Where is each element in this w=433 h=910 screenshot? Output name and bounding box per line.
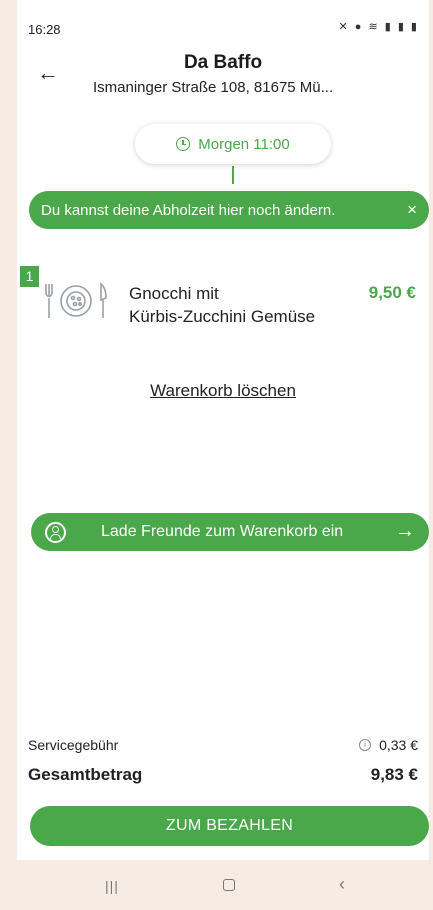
pay-button[interactable]: ZUM BEZAHLEN (30, 806, 429, 846)
tooltip-connector (232, 166, 234, 184)
back-icon[interactable]: ‹ (339, 874, 345, 895)
clock-icon (176, 137, 191, 151)
restaurant-address: Ismaninger Straße 108, 81675 Mü... (93, 79, 334, 96)
service-fee-label: Servicegebühr (28, 737, 119, 753)
pickup-time-tooltip: Du kannst deine Abholzeit hier noch ände… (29, 191, 429, 229)
arrow-right-icon: → (395, 520, 415, 542)
item-name-line1: Gnocchi mit (129, 284, 219, 303)
system-nav-bar: ||| ‹ (17, 860, 429, 910)
item-name: Gnocchi mit Kürbis-Zucchini Gemüse (129, 282, 315, 328)
item-name-line2: Kürbis-Zucchini Gemüse (129, 307, 316, 326)
app-screen: 16:28 ✕ ● ≋ ▮ ▮ ▮ ← Da Baffo Ismaninger … (17, 0, 429, 910)
status-bar: 16:28 ✕ ● ≋ ▮ ▮ ▮ (17, 0, 429, 40)
pickup-time-label: Morgen 11:00 (198, 135, 290, 153)
clear-cart-link[interactable]: Warenkorb löschen (17, 381, 429, 401)
item-price: 9,50 € (368, 283, 416, 302)
info-icon[interactable]: i (359, 739, 372, 751)
service-fee-value-group: i 0,33 € (359, 737, 418, 753)
tooltip-text: Du kannst deine Abholzeit hier noch ände… (41, 201, 336, 219)
total-label: Gesamtbetrag (28, 765, 143, 784)
restaurant-title: Da Baffo (183, 52, 263, 73)
dish-icon (45, 282, 107, 318)
add-person-icon (45, 522, 66, 543)
close-icon[interactable]: × (407, 200, 417, 220)
invite-label: Lade Freunde zum Warenkorb ein (101, 523, 344, 540)
service-fee-value: 0,33 € (379, 737, 418, 753)
quantity-badge: 1 (20, 266, 39, 287)
status-icons: ✕ ● ≋ ▮ ▮ ▮ (338, 21, 419, 33)
invite-friends-button[interactable]: Lade Freunde zum Warenkorb ein → (31, 513, 429, 551)
total-value: 9,83 € (370, 765, 418, 784)
recent-apps-icon[interactable]: ||| (105, 878, 119, 894)
status-time: 16:28 (28, 22, 61, 37)
home-icon[interactable] (223, 879, 235, 891)
pickup-time-button[interactable]: Morgen 11:00 (135, 124, 331, 164)
